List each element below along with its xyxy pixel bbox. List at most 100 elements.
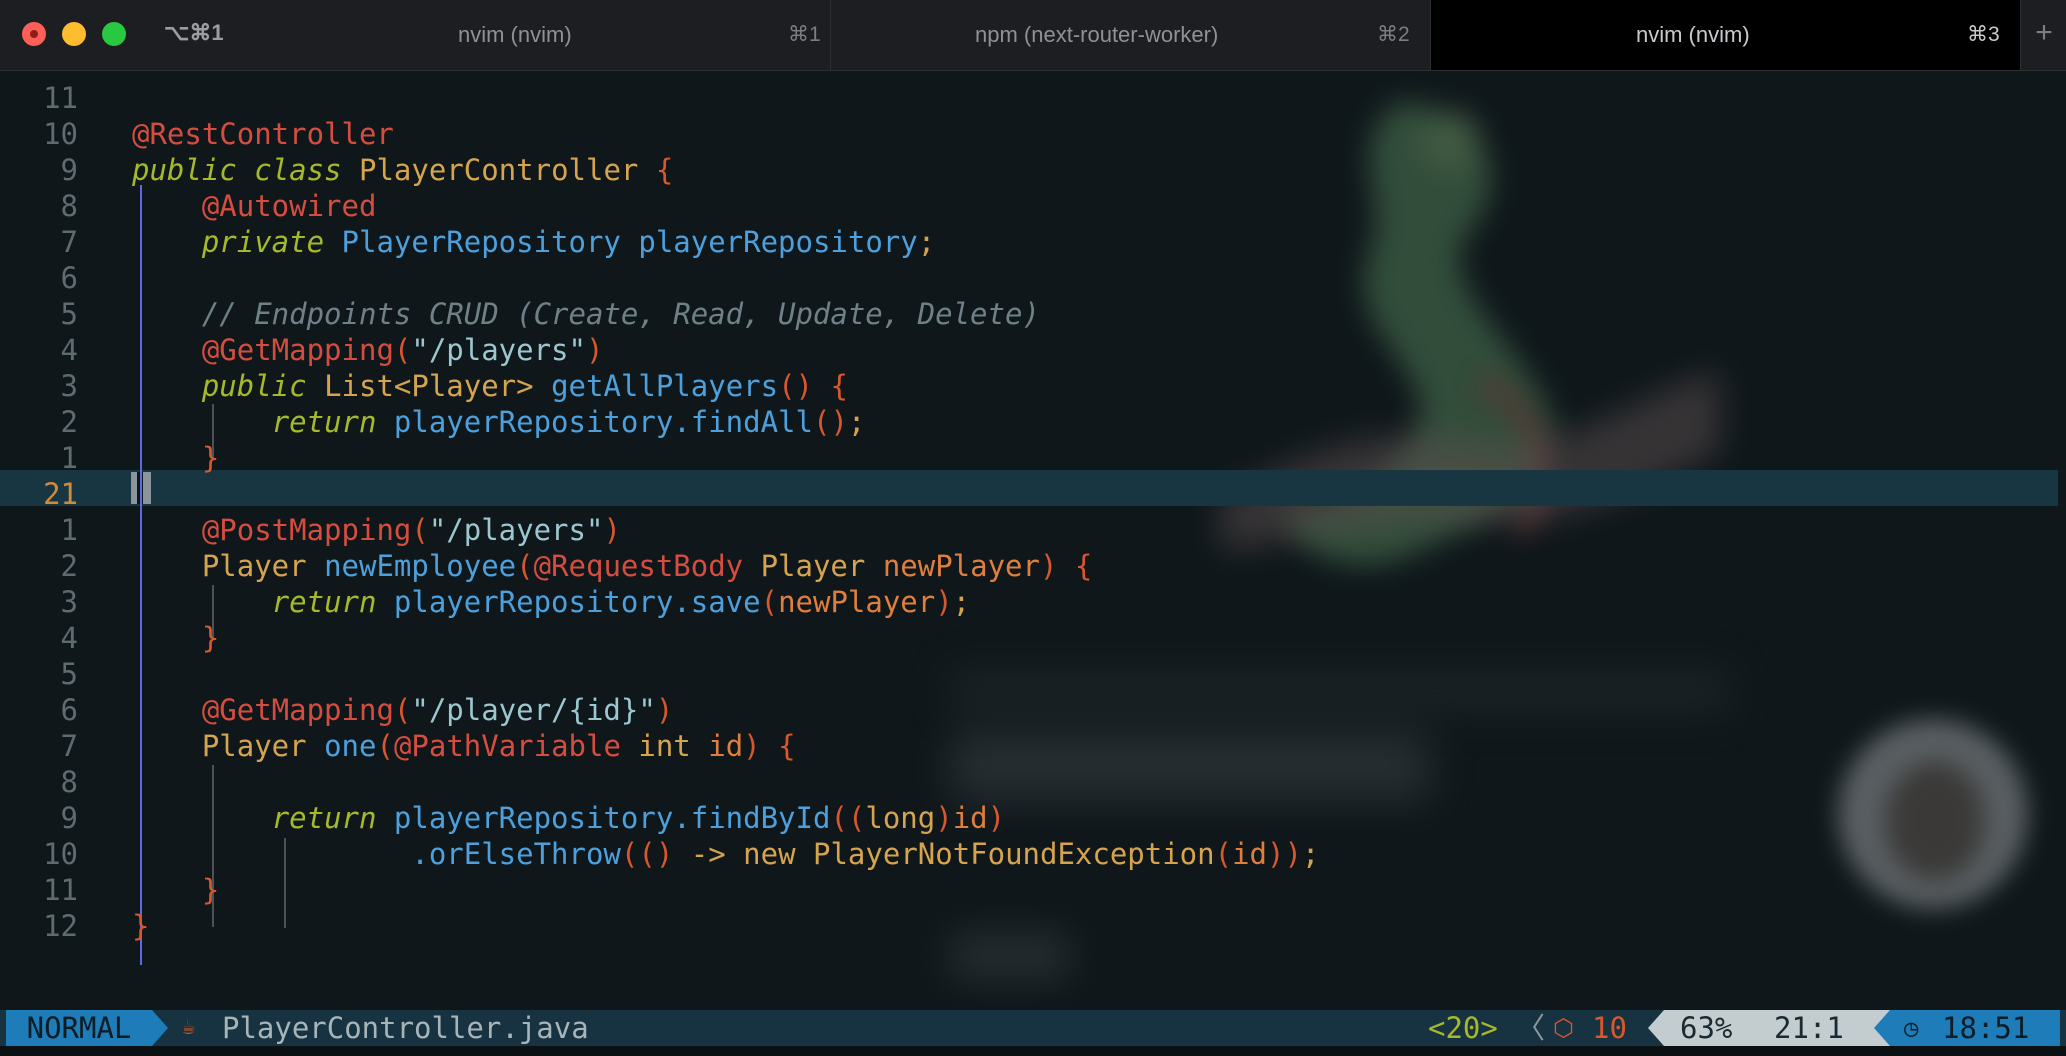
close-window-button[interactable] — [22, 22, 46, 46]
code-text: @RestController — [132, 117, 394, 151]
line-number: 2 — [60, 405, 78, 439]
clock-icon: ◷ — [1904, 1014, 1919, 1042]
code-line[interactable]: 7 Player one(@PathVariable int id) { — [0, 728, 2066, 764]
code-text: public List<Player> getAllPlayers() { — [201, 369, 848, 403]
tab-title: nvim (nvim) — [458, 22, 572, 47]
line-number: 11 — [43, 873, 78, 907]
tab-nvim-1[interactable]: nvim (nvim) ⌘1 — [180, 0, 830, 70]
code-line[interactable]: 2 return playerRepository.findAll(); — [0, 404, 2066, 440]
code-line[interactable]: 3 public List<Player> getAllPlayers() { — [0, 368, 2066, 404]
code-line[interactable]: 7 private PlayerRepository playerReposit… — [0, 224, 2066, 260]
code-line[interactable]: 12} — [0, 908, 2066, 944]
code-text: // Endpoints CRUD (Create, Read, Update,… — [201, 297, 1040, 331]
code-line[interactable]: 6 — [0, 260, 2066, 296]
code-line[interactable]: 11 — [0, 80, 2066, 116]
code-line[interactable]: 4 } — [0, 620, 2066, 656]
editor-pane[interactable]: 11 10 @RestController 9 public class PlayerC… — [0, 71, 2066, 1011]
code-text: } — [201, 441, 220, 475]
scroll-percent: 63% — [1680, 1011, 1733, 1045]
command-line — [0, 1046, 2066, 1056]
line-number: 21 — [43, 477, 78, 511]
tab-title: npm (next-router-worker) — [975, 22, 1219, 47]
code-text: private PlayerRepository playerRepositor… — [201, 225, 936, 259]
tab-title: nvim (nvim) — [1636, 22, 1750, 47]
code-buffer[interactable]: 11 10 @RestController 9 public class PlayerC… — [0, 80, 2066, 944]
line-number: 1 — [60, 441, 78, 475]
clock-time: 18:51 — [1942, 1011, 2030, 1045]
chevron-left-icon: 〈 — [1516, 1011, 1546, 1045]
code-line[interactable]: 3 return playerRepository.save(newPlayer… — [0, 584, 2066, 620]
line-number: 9 — [60, 801, 78, 835]
java-icon: ☕ — [182, 1015, 196, 1040]
powerline-separator — [152, 1010, 168, 1046]
line-number: 4 — [60, 333, 78, 367]
code-line[interactable]: 5 // Endpoints CRUD (Create, Read, Updat… — [0, 296, 2066, 332]
code-text: } — [201, 621, 220, 655]
line-number: 3 — [60, 585, 78, 619]
tab-shortcut: ⌘2 — [1377, 23, 1410, 46]
code-line[interactable]: 10 @RestController — [0, 116, 2066, 152]
mode-indicator: NORMAL — [6, 1010, 152, 1046]
line-number: 7 — [60, 225, 78, 259]
tab-npm[interactable]: npm (next-router-worker) ⌘2 — [830, 0, 1431, 70]
code-line[interactable]: 11 } — [0, 872, 2066, 908]
code-text: @Autowired — [201, 189, 377, 223]
line-number: 8 — [60, 765, 78, 799]
code-line[interactable]: 6 @GetMapping("/player/{id}") — [0, 692, 2066, 728]
zoom-window-button[interactable] — [102, 22, 126, 46]
tab-nvim-active[interactable]: nvim (nvim) ⌘3 — [1430, 0, 2021, 70]
line-number: 10 — [43, 837, 78, 871]
line-number: 10 — [43, 117, 78, 151]
code-line[interactable]: 21 — [0, 476, 2066, 512]
clock-section: ◷ 18:51 — [1890, 1010, 2060, 1046]
line-number: 5 — [60, 657, 78, 691]
code-line[interactable]: 9 public class PlayerController { — [0, 152, 2066, 188]
code-line[interactable]: 1 @PostMapping("/players") — [0, 512, 2066, 548]
line-number: 8 — [60, 189, 78, 223]
line-number: 1 — [60, 513, 78, 547]
code-line[interactable]: 9 return playerRepository.findById((long… — [0, 800, 2066, 836]
code-line[interactable]: 10 .orElseThrow(() -> new PlayerNotFound… — [0, 836, 2066, 872]
line-number: 5 — [60, 297, 78, 331]
code-text: return playerRepository.findAll(); — [271, 405, 866, 439]
code-line[interactable]: 4 @GetMapping("/players") — [0, 332, 2066, 368]
code-text: } — [132, 909, 150, 943]
line-number: 12 — [43, 909, 78, 943]
code-text: return playerRepository.findById((long)i… — [271, 801, 1006, 835]
code-line[interactable]: 1 } — [0, 440, 2066, 476]
code-line[interactable]: 8 @Autowired — [0, 188, 2066, 224]
new-tab-button[interactable]: + — [2020, 0, 2066, 70]
line-number: 7 — [60, 729, 78, 763]
title-bar: ⌥⌘1 nvim (nvim) ⌘1 npm (next-router-work… — [0, 0, 2066, 71]
code-line[interactable]: 5 — [0, 656, 2066, 692]
tab-shortcut: ⌘1 — [788, 23, 821, 46]
line-number: 3 — [60, 369, 78, 403]
line-number: 4 — [60, 621, 78, 655]
code-text: return playerRepository.save(newPlayer); — [271, 585, 971, 619]
line-number: 11 — [43, 81, 78, 115]
line-number: 2 — [60, 549, 78, 583]
line-number: 9 — [60, 153, 78, 187]
line-number: 6 — [60, 693, 78, 727]
file-name: PlayerController.java — [222, 1011, 589, 1045]
tab-shortcut: ⌘3 — [1967, 23, 2000, 46]
code-text: Player one(@PathVariable int id) { — [201, 729, 796, 763]
line-number: 6 — [60, 261, 78, 295]
column-indicator: <20> — [1428, 1011, 1498, 1045]
package-icon: ⬡ — [1553, 1014, 1574, 1042]
code-line[interactable]: 8 — [0, 764, 2066, 800]
code-text: Player newEmployee(@RequestBody Player n… — [201, 549, 1093, 583]
powerline-separator — [1874, 1010, 1890, 1046]
code-text: } — [201, 873, 220, 907]
code-line[interactable]: 2 Player newEmployee(@RequestBody Player… — [0, 548, 2066, 584]
code-text: @PostMapping("/players") — [201, 513, 621, 547]
cursor-position: 21:1 — [1774, 1011, 1844, 1045]
powerline-separator — [1648, 1010, 1664, 1046]
code-text: @GetMapping("/player/{id}") — [201, 693, 674, 727]
package-count: 10 — [1592, 1011, 1627, 1045]
code-text: public class PlayerController { — [132, 153, 674, 187]
position-section: 63% 21:1 — [1664, 1010, 1874, 1046]
status-line: NORMAL ☕ PlayerController.java <20> 〈 ⬡ … — [0, 1010, 2066, 1046]
minimize-window-button[interactable] — [62, 22, 86, 46]
code-text: @GetMapping("/players") — [201, 333, 604, 367]
